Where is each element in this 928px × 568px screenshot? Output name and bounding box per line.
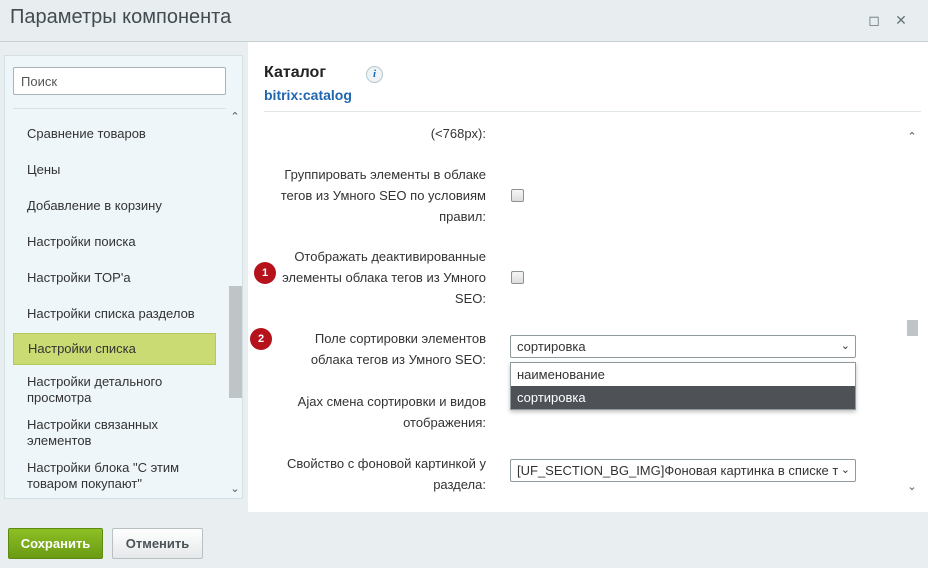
sidebar-item-detail-view[interactable]: Настройки детального просмотра xyxy=(13,373,216,407)
bg-image-property-select[interactable]: [UF_SECTION_BG_IMG]Фоновая картинка в сп… xyxy=(510,459,856,482)
scroll-up-icon[interactable]: ⌃ xyxy=(904,130,920,144)
badge-2: 2 xyxy=(250,328,272,350)
sidebar-item-related-elements[interactable]: Настройки связанных элементов xyxy=(13,416,216,450)
sort-field-select[interactable]: сортировка ⌄ xyxy=(510,335,856,358)
sort-field-value: сортировка xyxy=(517,339,586,354)
sort-field-dropdown[interactable]: наименование сортировка xyxy=(510,362,856,410)
close-icon[interactable]: ✕ xyxy=(893,12,909,28)
component-code: bitrix:catalog xyxy=(264,87,352,103)
group-tags-checkbox[interactable] xyxy=(511,189,524,202)
field-label-group-tags: Группировать элементы в облаке тегов из … xyxy=(280,167,486,224)
field-label-sort-field: Поле сортировки элементов облака тегов и… xyxy=(310,331,486,367)
sidebar-item-compare[interactable]: Сравнение товаров xyxy=(13,124,216,144)
field-label-mobile-width: (<768px): xyxy=(430,126,486,141)
sidebar-item-section-list[interactable]: Настройки списка разделов xyxy=(13,304,216,324)
sidebar-item-search-settings[interactable]: Настройки поиска xyxy=(13,232,216,252)
divider xyxy=(13,108,226,109)
dropdown-option-sort[interactable]: сортировка xyxy=(511,386,855,409)
chevron-down-icon: ⌄ xyxy=(840,340,850,352)
sidebar-item-list-settings[interactable]: Настройки списка xyxy=(13,333,216,365)
field-label-bg-image-property: Свойство с фоновой картинкой у раздела: xyxy=(287,456,486,492)
chevron-down-icon: ⌄ xyxy=(837,460,850,481)
dialog-title: Параметры компонента xyxy=(10,6,232,28)
sidebar: Сравнение товаров Цены Добавление в корз… xyxy=(4,55,243,499)
field-label-ajax-sort: Ajax смена сортировки и видов отображени… xyxy=(297,394,486,430)
main-scrollbar[interactable]: ⌃ ⌄ xyxy=(904,130,920,496)
sidebar-item-top-settings[interactable]: Настройки TOP'а xyxy=(13,268,216,288)
dropdown-option-name[interactable]: наименование xyxy=(511,363,855,386)
bg-image-property-value: [UF_SECTION_BG_IMG]Фоновая картинка в сп… xyxy=(517,463,839,478)
scroll-up-icon[interactable]: ⌃ xyxy=(227,110,243,124)
dialog-footer: Сохранить Отменить xyxy=(0,512,928,568)
sidebar-scrollbar[interactable]: ⌃ ⌄ xyxy=(227,108,243,498)
sidebar-item-add-to-cart[interactable]: Добавление в корзину xyxy=(13,196,216,216)
save-button[interactable]: Сохранить xyxy=(8,528,103,559)
sidebar-item-also-buy-block[interactable]: Настройки блока "С этим товаром покупают… xyxy=(13,459,216,493)
scroll-down-icon[interactable]: ⌄ xyxy=(904,480,920,494)
info-icon[interactable]: i xyxy=(366,66,383,83)
cancel-button[interactable]: Отменить xyxy=(112,528,203,559)
component-title: Каталог xyxy=(264,64,326,81)
scroll-thumb[interactable] xyxy=(907,320,918,336)
dialog-titlebar: Параметры компонента ◻ ✕ xyxy=(0,0,928,42)
field-label-show-deactivated: Отображать деактивированные элементы обл… xyxy=(282,249,486,306)
search-input[interactable] xyxy=(13,67,226,95)
maximize-icon[interactable]: ◻ xyxy=(866,12,882,28)
sidebar-item-prices[interactable]: Цены xyxy=(13,160,216,180)
divider xyxy=(264,111,921,112)
show-deactivated-checkbox[interactable] xyxy=(511,271,524,284)
main-panel: Каталог i bitrix:catalog (<768px): Групп… xyxy=(248,42,928,512)
scroll-down-icon[interactable]: ⌄ xyxy=(227,482,243,496)
scroll-thumb[interactable] xyxy=(229,286,242,398)
